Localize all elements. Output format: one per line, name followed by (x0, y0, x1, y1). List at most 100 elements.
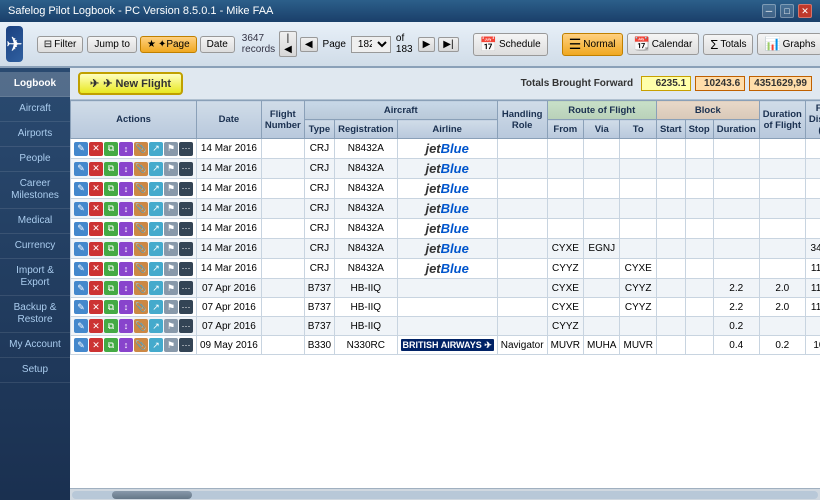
attach-icon[interactable]: 📎 (134, 162, 148, 176)
more-icon[interactable]: ⋯ (179, 202, 193, 216)
move-icon[interactable]: ↕ (119, 182, 133, 196)
delete-icon[interactable]: ✕ (89, 162, 103, 176)
new-flight-button[interactable]: ✈ ✈ New Flight (78, 72, 183, 95)
more-icon[interactable]: ⋯ (179, 338, 193, 352)
schedule-button[interactable]: 📅 Schedule (473, 33, 548, 56)
calendar-button[interactable]: 📆 Calendar (627, 33, 700, 55)
last-page-button[interactable]: ▶| (438, 37, 458, 52)
sidebar-item-backup-restore[interactable]: Backup & Restore (0, 296, 70, 333)
move-icon[interactable]: ↕ (119, 300, 133, 314)
copy-icon[interactable]: ⧉ (104, 338, 118, 352)
share-icon[interactable]: ↗ (149, 222, 163, 236)
edit-icon[interactable]: ✎ (74, 338, 88, 352)
attach-icon[interactable]: 📎 (134, 242, 148, 256)
share-icon[interactable]: ↗ (149, 262, 163, 276)
copy-icon[interactable]: ⧉ (104, 300, 118, 314)
attach-icon[interactable]: 📎 (134, 338, 148, 352)
flag-icon[interactable]: ⚑ (164, 338, 178, 352)
page-button[interactable]: ★ ✦Page (140, 36, 197, 53)
delete-icon[interactable]: ✕ (89, 222, 103, 236)
share-icon[interactable]: ↗ (149, 242, 163, 256)
flag-icon[interactable]: ⚑ (164, 242, 178, 256)
minimize-button[interactable]: ─ (762, 4, 776, 18)
flag-icon[interactable]: ⚑ (164, 222, 178, 236)
move-icon[interactable]: ↕ (119, 162, 133, 176)
more-icon[interactable]: ⋯ (179, 300, 193, 314)
graphs-button[interactable]: 📊 Graphs (757, 33, 820, 55)
flag-icon[interactable]: ⚑ (164, 202, 178, 216)
move-icon[interactable]: ↕ (119, 242, 133, 256)
share-icon[interactable]: ↗ (149, 281, 163, 295)
normal-button[interactable]: ☰ Normal (562, 33, 623, 56)
edit-icon[interactable]: ✎ (74, 281, 88, 295)
share-icon[interactable]: ↗ (149, 202, 163, 216)
sidebar-item-medical[interactable]: Medical (0, 209, 70, 234)
more-icon[interactable]: ⋯ (179, 281, 193, 295)
flag-icon[interactable]: ⚑ (164, 142, 178, 156)
edit-icon[interactable]: ✎ (74, 300, 88, 314)
sidebar-item-import-export[interactable]: Import & Export (0, 259, 70, 296)
delete-icon[interactable]: ✕ (89, 300, 103, 314)
more-icon[interactable]: ⋯ (179, 222, 193, 236)
more-icon[interactable]: ⋯ (179, 262, 193, 276)
share-icon[interactable]: ↗ (149, 300, 163, 314)
sidebar-item-airports[interactable]: Airports (0, 122, 70, 147)
move-icon[interactable]: ↕ (119, 338, 133, 352)
delete-icon[interactable]: ✕ (89, 319, 103, 333)
delete-icon[interactable]: ✕ (89, 338, 103, 352)
attach-icon[interactable]: 📎 (134, 182, 148, 196)
edit-icon[interactable]: ✎ (74, 319, 88, 333)
share-icon[interactable]: ↗ (149, 319, 163, 333)
totals-button[interactable]: Σ Totals (703, 34, 753, 55)
share-icon[interactable]: ↗ (149, 182, 163, 196)
delete-icon[interactable]: ✕ (89, 202, 103, 216)
move-icon[interactable]: ↕ (119, 202, 133, 216)
close-button[interactable]: ✕ (798, 4, 812, 18)
move-icon[interactable]: ↕ (119, 222, 133, 236)
sidebar-item-people[interactable]: People (0, 147, 70, 172)
prev-page-button[interactable]: ◀ (300, 37, 318, 52)
attach-icon[interactable]: 📎 (134, 222, 148, 236)
delete-icon[interactable]: ✕ (89, 242, 103, 256)
jump-to-button[interactable]: Jump to (87, 36, 137, 53)
sidebar-item-currency[interactable]: Currency (0, 234, 70, 259)
copy-icon[interactable]: ⧉ (104, 262, 118, 276)
copy-icon[interactable]: ⧉ (104, 142, 118, 156)
attach-icon[interactable]: 📎 (134, 281, 148, 295)
copy-icon[interactable]: ⧉ (104, 202, 118, 216)
sidebar-item-career-milestones[interactable]: Career Milestones (0, 172, 70, 209)
edit-icon[interactable]: ✎ (74, 142, 88, 156)
edit-icon[interactable]: ✎ (74, 162, 88, 176)
sidebar-item-aircraft[interactable]: Aircraft (0, 97, 70, 122)
sidebar-item-my-account[interactable]: My Account (0, 333, 70, 358)
more-icon[interactable]: ⋯ (179, 162, 193, 176)
move-icon[interactable]: ↕ (119, 142, 133, 156)
scrollbar-thumb[interactable] (112, 491, 192, 499)
copy-icon[interactable]: ⧉ (104, 162, 118, 176)
sidebar-item-setup[interactable]: Setup (0, 358, 70, 383)
filter-button[interactable]: ⊟ Filter (37, 36, 84, 53)
edit-icon[interactable]: ✎ (74, 182, 88, 196)
date-button[interactable]: Date (200, 36, 235, 53)
move-icon[interactable]: ↕ (119, 319, 133, 333)
copy-icon[interactable]: ⧉ (104, 281, 118, 295)
horizontal-scrollbar[interactable] (70, 488, 820, 500)
share-icon[interactable]: ↗ (149, 338, 163, 352)
attach-icon[interactable]: 📎 (134, 319, 148, 333)
first-page-button[interactable]: |◀ (279, 31, 297, 57)
edit-icon[interactable]: ✎ (74, 262, 88, 276)
copy-icon[interactable]: ⧉ (104, 222, 118, 236)
attach-icon[interactable]: 📎 (134, 262, 148, 276)
flag-icon[interactable]: ⚑ (164, 300, 178, 314)
flag-icon[interactable]: ⚑ (164, 319, 178, 333)
delete-icon[interactable]: ✕ (89, 281, 103, 295)
more-icon[interactable]: ⋯ (179, 142, 193, 156)
flag-icon[interactable]: ⚑ (164, 182, 178, 196)
copy-icon[interactable]: ⧉ (104, 319, 118, 333)
attach-icon[interactable]: 📎 (134, 202, 148, 216)
next-page-button[interactable]: ▶ (418, 37, 436, 52)
delete-icon[interactable]: ✕ (89, 182, 103, 196)
sidebar-item-logbook[interactable]: Logbook (0, 72, 70, 97)
more-icon[interactable]: ⋯ (179, 319, 193, 333)
maximize-button[interactable]: □ (780, 4, 794, 18)
